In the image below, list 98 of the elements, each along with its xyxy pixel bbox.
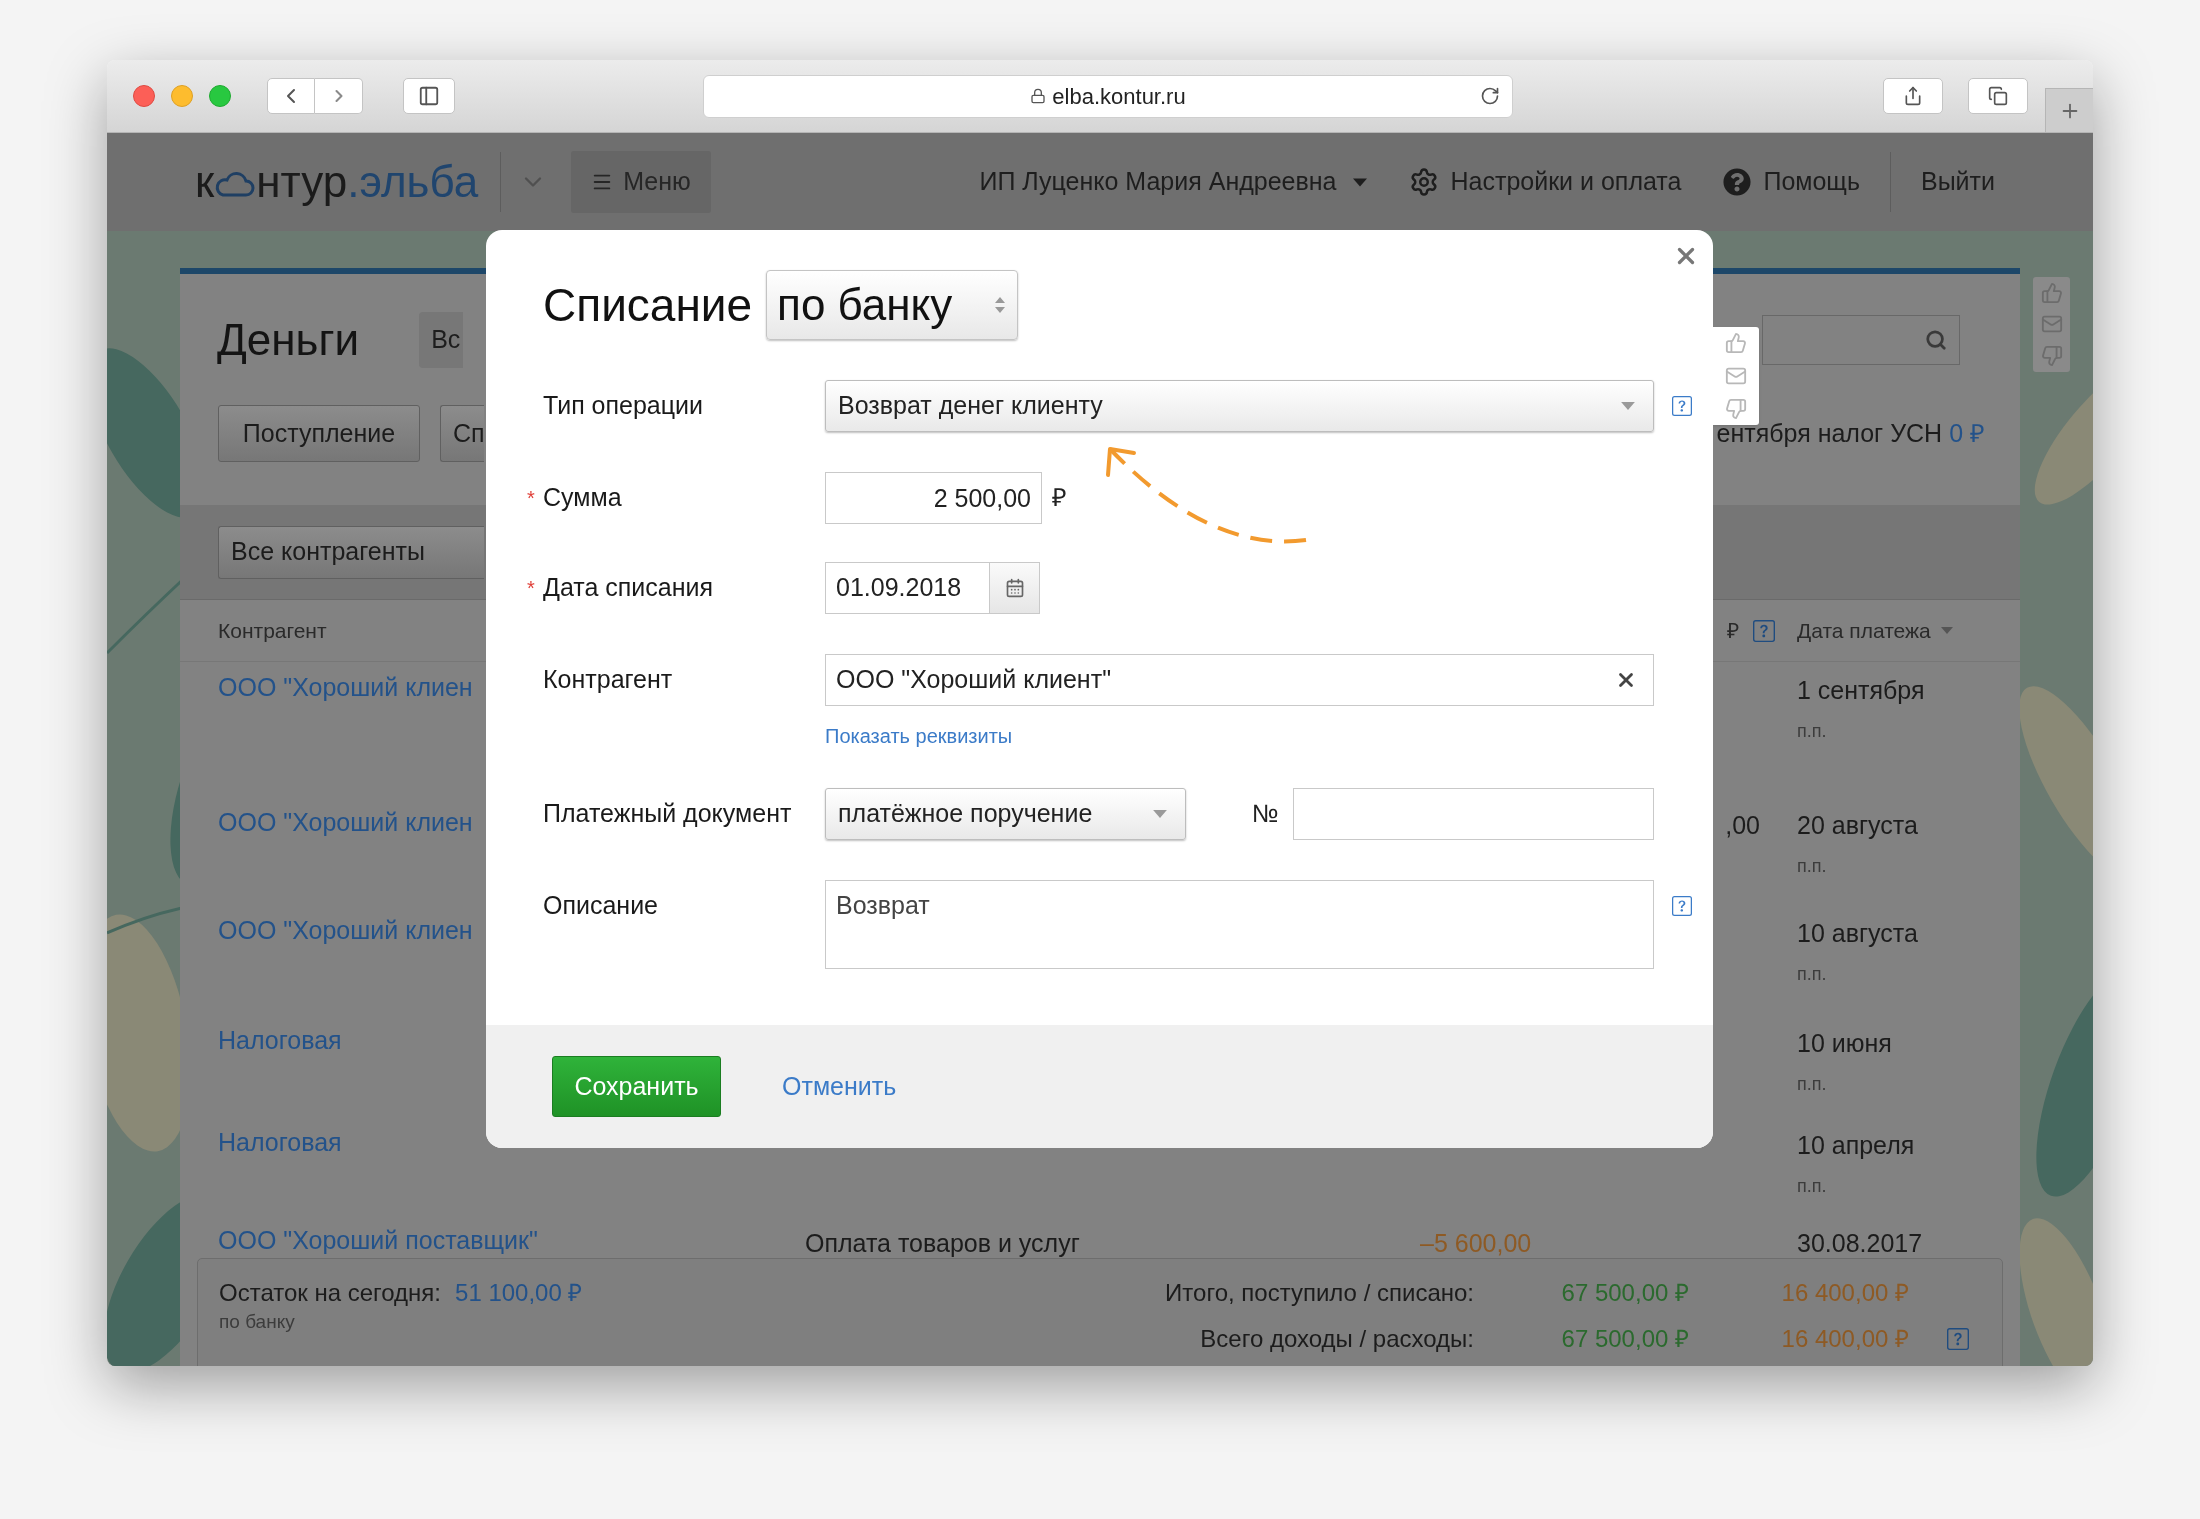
- balance-amount: 51 100,00 ₽: [455, 1278, 583, 1308]
- lock-icon: [1030, 88, 1047, 104]
- help-link[interactable]: Помощь: [1763, 163, 1860, 201]
- calendar-icon[interactable]: [1004, 578, 1025, 598]
- cancel-link[interactable]: Отменить: [782, 1067, 897, 1106]
- help-icon[interactable]: [1672, 896, 1692, 916]
- field-label: Контрагент: [543, 664, 673, 696]
- thumbs-up-icon[interactable]: [1725, 332, 1747, 355]
- help-icon[interactable]: [1723, 168, 1752, 196]
- tabs-button[interactable]: [1968, 78, 2028, 114]
- contractor-field[interactable]: ООО "Хороший клиент": [825, 654, 1654, 706]
- payment-date: 10 августа: [1797, 918, 1919, 949]
- share-button[interactable]: [1883, 78, 1943, 114]
- document-type: п.п.: [1797, 1174, 1828, 1198]
- contractor-filter[interactable]: Все контрагенты: [218, 525, 484, 579]
- income-total: 67 500,00 ₽: [1560, 1324, 1689, 1354]
- currency-sign: ₽: [1052, 482, 1067, 514]
- thumbs-up-icon[interactable]: [2040, 281, 2063, 304]
- contractor-link[interactable]: ООО "Хороший поставщик": [218, 1225, 538, 1255]
- expense-button[interactable]: Сп: [440, 405, 484, 462]
- dialog-title: Списание: [543, 277, 753, 333]
- contractor-link[interactable]: ООО "Хороший клиен: [218, 672, 473, 702]
- expense-total: 16 400,00 ₽: [1780, 1324, 1909, 1354]
- mail-icon[interactable]: [1725, 365, 1747, 387]
- description-field[interactable]: Возврат: [825, 880, 1654, 969]
- contractor-link[interactable]: ООО "Хороший клиен: [218, 915, 473, 945]
- document-type: п.п.: [1797, 962, 1828, 986]
- minimize-window-button[interactable]: [171, 85, 193, 107]
- document-type-select[interactable]: платёжное поручение: [825, 788, 1186, 840]
- sidebar-button[interactable]: [403, 78, 455, 114]
- help-icon[interactable]: [1753, 619, 1775, 642]
- caret-icon: [1352, 177, 1367, 187]
- close-window-button[interactable]: [133, 85, 155, 107]
- help-icon[interactable]: [1672, 396, 1692, 416]
- search-icon[interactable]: [1925, 329, 1947, 351]
- new-tab-button[interactable]: [2045, 88, 2093, 132]
- payment-purpose: Оплата товаров и услуг: [805, 1228, 1081, 1259]
- sidebar-icon: [418, 85, 440, 107]
- column-header: Контрагент: [218, 618, 327, 642]
- tax-note: ентября налог УСН 0 ₽: [1716, 417, 1985, 449]
- tabs-icon: [1988, 86, 2008, 106]
- payment-date: 30.08.2017: [1797, 1228, 1924, 1259]
- search-field[interactable]: [1762, 315, 1960, 365]
- settings-icon[interactable]: [1408, 167, 1439, 197]
- income-amount: ,00: [1725, 810, 1761, 841]
- share-icon: [1903, 86, 1923, 106]
- dropdown-caret-icon: [1153, 810, 1167, 818]
- document-type: п.п.: [1797, 854, 1828, 878]
- field-label: Описание: [543, 890, 659, 922]
- view-tab[interactable]: Вс: [419, 312, 464, 368]
- expense-amount: –5 600,00: [1419, 1228, 1533, 1259]
- contractor-link[interactable]: ООО "Хороший клиен: [218, 807, 473, 837]
- amount-field[interactable]: 2 500,00: [825, 472, 1042, 524]
- reload-icon[interactable]: [1480, 86, 1500, 106]
- dropdown-caret-icon: [1621, 402, 1635, 410]
- totals-label: Итого, поступило / списано:: [1165, 1278, 1474, 1308]
- show-details-link[interactable]: Показать реквизиты: [825, 723, 1654, 750]
- mode-select[interactable]: по банку: [766, 270, 1019, 340]
- number-label: №: [1252, 798, 1279, 830]
- maximize-window-button[interactable]: [209, 85, 231, 107]
- date-field[interactable]: 01.09.2018: [825, 562, 1040, 614]
- income-total: 67 500,00 ₽: [1560, 1278, 1689, 1308]
- column-header: ₽: [1727, 617, 1739, 644]
- address-bar[interactable]: elba.kontur.ru: [703, 74, 1513, 118]
- field-label: Дата списания: [543, 572, 714, 604]
- expense-total: 16 400,00 ₽: [1780, 1278, 1909, 1308]
- thumbs-down-icon[interactable]: [1725, 397, 1747, 420]
- totals-label: Всего доходы / расходы:: [1199, 1324, 1474, 1354]
- save-button[interactable]: Сохранить: [552, 1056, 721, 1117]
- payment-date: 20 августа: [1797, 810, 1919, 841]
- menu-button[interactable]: Меню: [571, 151, 711, 213]
- balance-note: по банку: [219, 1311, 296, 1333]
- field-label: Сумма: [543, 482, 622, 514]
- help-icon[interactable]: [1947, 1328, 1969, 1350]
- payment-date: 10 июня: [1797, 1028, 1893, 1059]
- user-menu[interactable]: ИП Луценко Мария Андреевна: [979, 163, 1367, 201]
- operation-type-select[interactable]: Возврат денег клиенту: [825, 380, 1654, 432]
- up-down-arrows-icon: [995, 297, 1006, 313]
- column-header[interactable]: Дата платежа: [1797, 614, 1931, 647]
- required-mark: *: [527, 488, 535, 508]
- field-label: Платежный документ: [543, 798, 792, 830]
- payment-date: 1 сентября: [1797, 675, 1926, 706]
- thumbs-down-icon[interactable]: [2040, 345, 2063, 368]
- contractor-link[interactable]: Налоговая: [218, 1025, 342, 1055]
- logout-link[interactable]: Выйти: [1920, 163, 1995, 201]
- field-label: Тип операции: [543, 390, 704, 422]
- page-title: Деньги: [217, 314, 360, 366]
- income-button[interactable]: Поступление: [218, 405, 420, 462]
- required-mark: *: [527, 578, 535, 598]
- balance-label: Остаток на сегодня:: [219, 1278, 442, 1308]
- logo[interactable]: к нтур.эльба: [195, 160, 479, 204]
- document-type: п.п.: [1797, 1072, 1828, 1096]
- contractor-link[interactable]: Налоговая: [218, 1127, 342, 1157]
- document-type: п.п.: [1797, 719, 1828, 743]
- back-button[interactable]: [267, 78, 315, 114]
- payment-date: 10 апреля: [1797, 1130, 1916, 1161]
- document-number-field[interactable]: [1292, 788, 1654, 840]
- settings-link[interactable]: Настройки и оплата: [1450, 163, 1682, 201]
